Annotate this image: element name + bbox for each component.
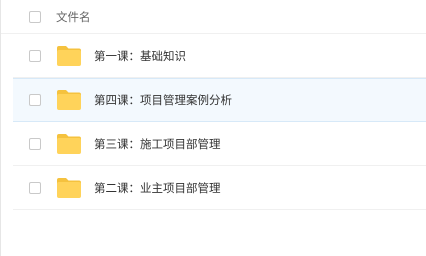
row-checkbox[interactable] (29, 137, 41, 150)
folder-name[interactable]: 第四课：项目管理案例分析 (94, 92, 232, 108)
folder-icon (57, 177, 81, 198)
folder-name[interactable]: 第三课：施工项目部管理 (94, 136, 221, 152)
folder-name[interactable]: 第二课：业主项目部管理 (94, 180, 221, 196)
file-row-hovered[interactable]: 第四课：项目管理案例分析 (13, 78, 426, 122)
file-row[interactable]: 第三课：施工项目部管理 (13, 122, 426, 166)
column-header-filename[interactable]: 文件名 (56, 9, 91, 25)
folder-icon (57, 90, 81, 110)
row-checkbox[interactable] (29, 94, 41, 106)
folder-name[interactable]: 第一课：基础知识 (94, 48, 186, 64)
row-checkbox[interactable] (29, 181, 41, 194)
file-list: 第一课：基础知识 第四课：项目管理案例分析 第三课：施工项目部管理 第二课：业主… (13, 34, 426, 210)
folder-icon (57, 45, 81, 66)
file-list-pane: 文件名 第一课：基础知识 第四课：项目管理案例分析 第三课：施工项目部管理 第二… (0, 0, 426, 256)
file-row[interactable]: 第二课：业主项目部管理 (13, 166, 426, 210)
folder-icon (57, 133, 81, 154)
select-all-checkbox[interactable] (29, 10, 41, 23)
list-header: 文件名 (1, 0, 426, 34)
row-checkbox[interactable] (29, 49, 41, 62)
file-row[interactable]: 第一课：基础知识 (13, 34, 426, 78)
